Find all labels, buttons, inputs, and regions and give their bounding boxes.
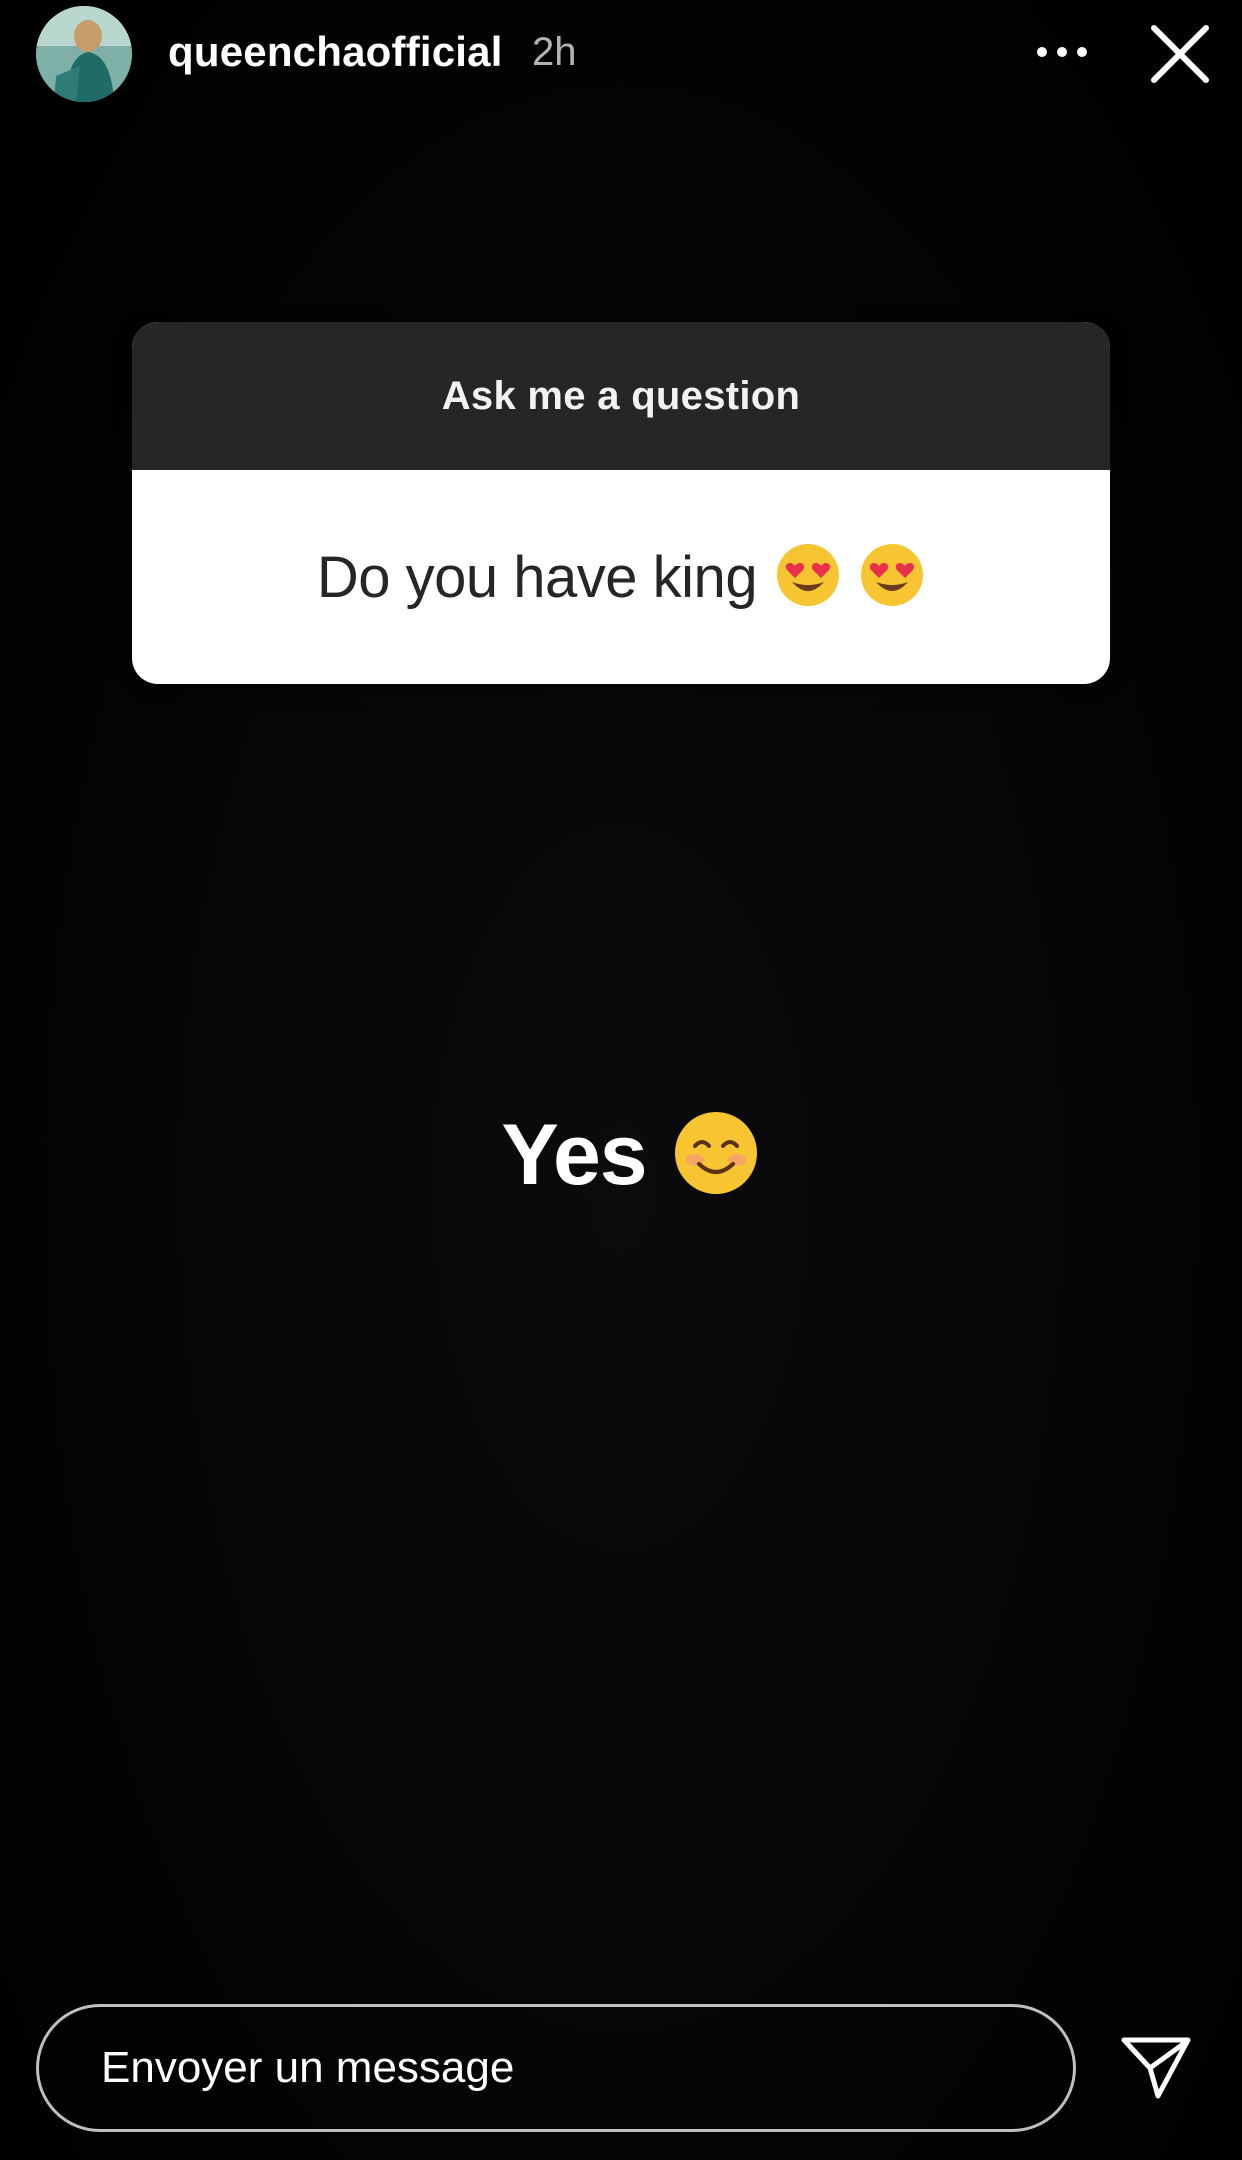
question-sticker-header: Ask me a question (132, 322, 1110, 470)
question-sticker[interactable]: Ask me a question Do you have king (132, 322, 1110, 684)
smiling-face-emoji-icon (673, 1110, 759, 1201)
question-sticker-label: Ask me a question (441, 373, 801, 418)
answer-text: Yes (501, 1106, 647, 1203)
question-sticker-body: Do you have king (132, 470, 1110, 684)
heart-eyes-emoji-icon (775, 542, 841, 613)
message-input[interactable]: Envoyer un message (36, 2004, 1076, 2132)
username[interactable]: queenchaofficial (168, 28, 503, 76)
send-icon[interactable] (1120, 2034, 1192, 2102)
answer-text-block: Yes (450, 1080, 810, 1230)
avatar-image (36, 6, 132, 102)
question-text: Do you have king (316, 544, 758, 610)
story-header: queenchaofficial 2h (0, 0, 1242, 110)
profile-avatar[interactable] (36, 6, 132, 102)
more-horizontal-icon[interactable] (1034, 40, 1090, 64)
message-placeholder: Envoyer un message (101, 2043, 515, 2092)
close-icon[interactable] (1148, 22, 1212, 86)
heart-eyes-emoji-icon (859, 542, 925, 613)
story-timestamp: 2h (532, 30, 577, 74)
